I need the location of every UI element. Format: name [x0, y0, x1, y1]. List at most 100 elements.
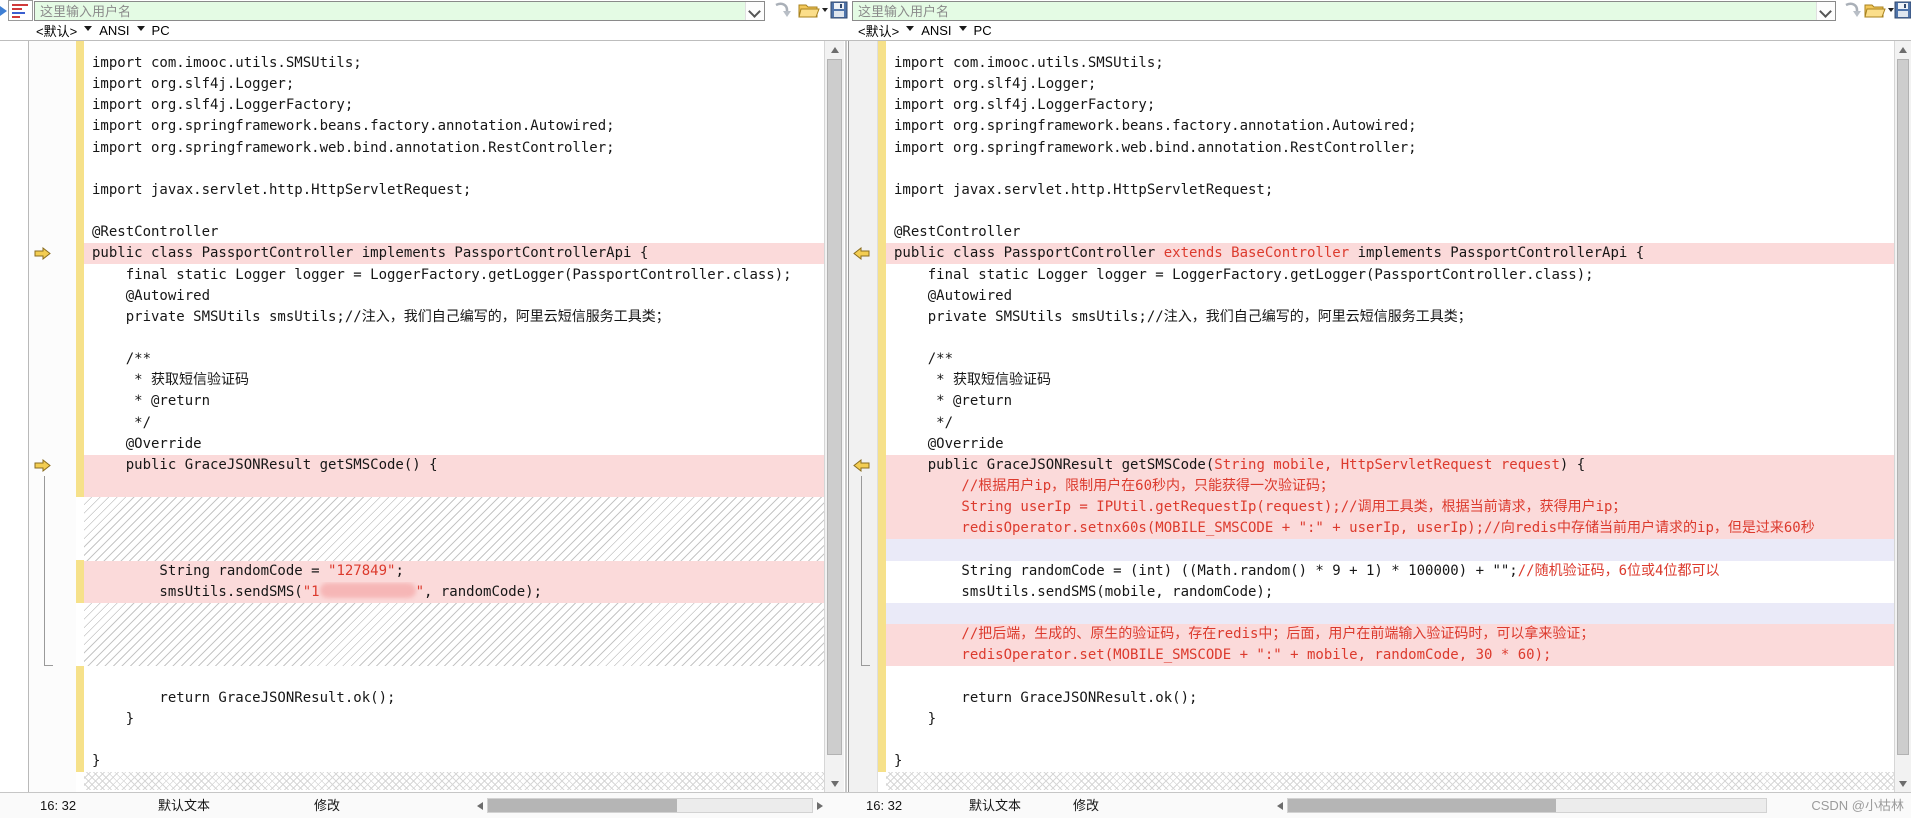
scroll-up-icon[interactable] — [1895, 41, 1911, 57]
code-line: import org.springframework.beans.factory… — [92, 118, 615, 135]
code-line: redisOperator.setnx60s(MOBILE_SMSCODE + … — [886, 518, 1894, 540]
code-line: final static Logger logger = LoggerFacto… — [894, 266, 1594, 283]
left-diff-arrow-icon[interactable] — [853, 247, 870, 261]
code-line: private SMSUtils smsUtils;//注入，我们自己编写的，阿… — [92, 308, 670, 325]
save-icon[interactable] — [830, 1, 850, 20]
dropdown-arrow-icon[interactable] — [958, 26, 967, 35]
code-area-left[interactable]: import com.imooc.utils.SMSUtils; import o… — [84, 41, 824, 792]
left-hscroll-left-icon[interactable] — [470, 798, 485, 813]
right-format-mode: 默认文本 — [969, 798, 1022, 813]
top-toolbar — [0, 0, 1911, 21]
left-caret-position: 16: 32 — [40, 798, 77, 813]
diff-block-connector — [44, 665, 53, 666]
jump-next-diff-icon[interactable] — [772, 1, 792, 20]
code-line — [84, 602, 824, 667]
right-lineending-label[interactable]: PC — [974, 23, 992, 38]
code-line — [886, 539, 1894, 561]
code-line: /** — [894, 351, 954, 368]
right-ruleset-select[interactable]: <默认> — [858, 21, 899, 40]
code-area-right[interactable]: import com.imooc.utils.SMSUtils; import o… — [886, 41, 1894, 792]
code-line: import org.slf4j.LoggerFactory; — [894, 97, 1156, 114]
code-line: return GraceJSONResult.ok(); — [894, 689, 1198, 706]
left-hscroll-thumb[interactable] — [488, 799, 677, 812]
left-lineending-label[interactable]: PC — [152, 23, 170, 38]
code-line: } — [894, 752, 903, 769]
code-line: * 获取短信验证码 — [92, 372, 250, 389]
change-bar-left — [76, 41, 84, 497]
right-diff-arrow-icon[interactable] — [34, 458, 51, 472]
scroll-down-icon[interactable] — [1895, 776, 1911, 792]
right-scroll-thumb[interactable] — [1897, 59, 1909, 755]
right-file-input[interactable] — [853, 2, 1820, 20]
code-line: import com.imooc.utils.SMSUtils; — [894, 55, 1164, 71]
right-horizontal-scrollbar[interactable] — [1287, 798, 1767, 813]
right-file-combo[interactable] — [852, 1, 1836, 21]
code-line: import org.springframework.web.bind.anno… — [92, 139, 615, 156]
code-line: import javax.servlet.http.HttpServletReq… — [92, 181, 472, 198]
scroll-up-icon[interactable] — [825, 41, 844, 57]
code-line — [886, 772, 1894, 791]
code-line: import org.springframework.web.bind.anno… — [894, 139, 1417, 156]
left-horizontal-scrollbar[interactable] — [487, 798, 813, 813]
jump-next-diff-icon[interactable] — [1842, 1, 1862, 20]
open-dropdown-arrow-icon[interactable] — [822, 8, 828, 15]
code-line: * @return — [92, 393, 211, 410]
code-line: String randomCode = (int) ((Math.random(… — [894, 562, 1720, 579]
code-line: */ — [92, 414, 152, 431]
left-file-combo[interactable] — [34, 1, 765, 21]
code-line — [886, 602, 1894, 625]
chevron-down-icon — [1819, 5, 1832, 18]
save-icon[interactable] — [1894, 1, 1911, 20]
gutter-right — [848, 41, 878, 792]
code-line: String userIp = IPUtil.getRequestIp(requ… — [886, 497, 1894, 519]
right-hscroll-left-icon[interactable] — [1270, 798, 1285, 813]
scroll-down-icon[interactable] — [825, 776, 844, 792]
code-line: /** — [92, 351, 152, 368]
dropdown-arrow-icon[interactable] — [84, 26, 93, 35]
code-line: } — [894, 710, 937, 727]
left-format-mode: 默认文本 — [158, 798, 211, 813]
code-line: private SMSUtils smsUtils;//注入，我们自己编写的，阿… — [894, 308, 1472, 325]
left-file-input[interactable] — [35, 2, 749, 20]
code-line: } — [92, 752, 101, 769]
open-folder-icon[interactable] — [1864, 1, 1894, 20]
code-line: public GraceJSONResult getSMSCode() { — [84, 454, 824, 476]
code-line — [84, 476, 824, 498]
right-encoding-select[interactable]: ANSI — [921, 23, 951, 38]
code-line: import javax.servlet.http.HttpServletReq… — [894, 181, 1274, 198]
left-hscroll-right-icon[interactable] — [814, 798, 829, 813]
code-line: @RestController — [894, 224, 1021, 241]
left-vertical-scrollbar[interactable] — [824, 41, 844, 792]
code-line — [84, 497, 824, 561]
right-combo-dropdown-button[interactable] — [1816, 2, 1835, 20]
code-line: @Override — [92, 435, 202, 452]
code-line: public GraceJSONResult getSMSCode(String… — [886, 454, 1894, 476]
code-line — [84, 772, 824, 791]
change-bar-left — [76, 666, 84, 772]
code-line: public class PassportController extends … — [886, 243, 1894, 265]
chevron-down-icon — [748, 5, 761, 18]
left-diff-arrow-icon[interactable] — [853, 458, 870, 472]
dropdown-arrow-icon[interactable] — [906, 26, 915, 35]
code-line: public class PassportController implemen… — [84, 243, 824, 265]
watermark: CSDN @小枯林 — [1811, 798, 1904, 813]
code-line: * @return — [894, 393, 1013, 410]
right-vertical-scrollbar[interactable] — [1894, 41, 1911, 792]
open-folder-icon[interactable] — [798, 1, 828, 20]
left-scroll-thumb[interactable] — [827, 59, 842, 755]
right-diff-arrow-icon[interactable] — [34, 247, 51, 261]
diff-block-connector — [44, 476, 45, 666]
left-ruleset-select[interactable]: <默认> — [36, 21, 77, 40]
dropdown-arrow-icon[interactable] — [136, 26, 145, 35]
left-combo-dropdown-button[interactable] — [745, 2, 764, 20]
pane-splitter[interactable] — [845, 41, 847, 818]
left-encoding-select[interactable]: ANSI — [99, 23, 129, 38]
compare-tool-window: { "toolbar": { "left_input_placeholder":… — [0, 0, 1911, 818]
code-line: @RestController — [92, 224, 219, 241]
left-modified-state: 修改 — [314, 798, 341, 813]
right-hscroll-thumb[interactable] — [1288, 799, 1556, 812]
